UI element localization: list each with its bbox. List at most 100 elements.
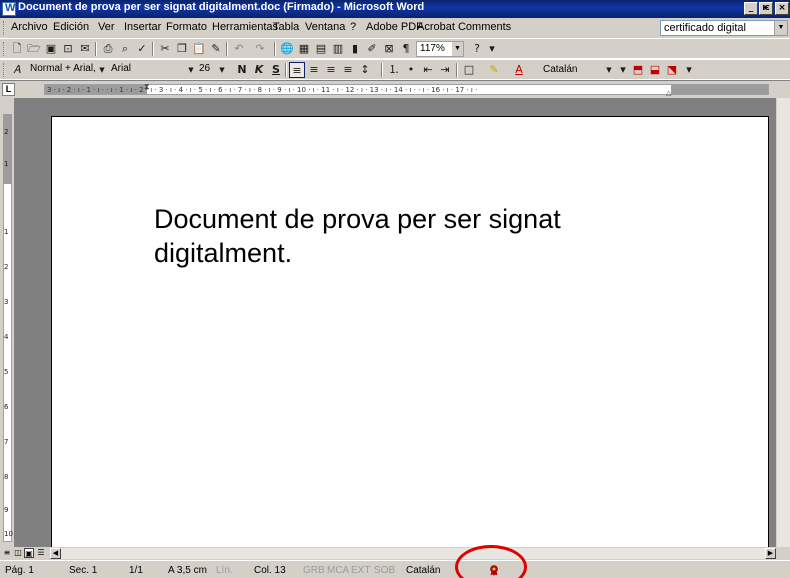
- save-icon[interactable]: ▣: [43, 41, 59, 57]
- scroll-right-icon[interactable]: ▶: [765, 548, 776, 559]
- chevron-down-icon[interactable]: ▼: [214, 62, 230, 78]
- outline-view-icon[interactable]: ☰: [36, 548, 46, 558]
- numbering-icon[interactable]: ⒈: [386, 62, 402, 78]
- web-view-icon[interactable]: ◫: [13, 548, 23, 558]
- horizontal-scrollbar[interactable]: ◀ ▶: [50, 548, 776, 559]
- menu-formato[interactable]: Formato: [166, 21, 207, 33]
- status-pages: 1/1: [129, 565, 143, 576]
- align-right-icon[interactable]: ≡: [323, 62, 339, 78]
- menubar-grip[interactable]: [3, 21, 6, 35]
- format-painter-icon[interactable]: ✎: [208, 41, 224, 57]
- language-label[interactable]: Catalán: [543, 64, 577, 75]
- toolbar-grip[interactable]: [3, 63, 6, 77]
- bullets-icon[interactable]: •: [403, 62, 419, 78]
- document-line-1[interactable]: Document de prova per ser signat: [154, 202, 734, 236]
- align-left-icon[interactable]: ≡: [289, 62, 305, 78]
- status-col: Col. 13: [254, 565, 286, 576]
- normal-view-icon[interactable]: ≡: [2, 548, 12, 558]
- separator: [226, 42, 228, 56]
- italic-button[interactable]: K: [251, 62, 267, 78]
- copy-icon[interactable]: ❐: [174, 41, 190, 57]
- print-preview-icon[interactable]: ⌕: [117, 41, 133, 57]
- tab-selector[interactable]: L: [2, 83, 15, 96]
- hyperlink-icon[interactable]: 🌐: [279, 41, 295, 57]
- menu-help[interactable]: ?: [350, 21, 356, 33]
- horizontal-ruler[interactable]: 3 · ı · 2 · ı · 1 · ı · · ı · 1 · ı · 2 …: [44, 84, 769, 95]
- menu-tabla[interactable]: Tabla: [273, 21, 299, 33]
- menu-herramientas[interactable]: Herramientas: [212, 21, 278, 33]
- separator: [381, 63, 383, 77]
- spelling-icon[interactable]: ✓: [134, 41, 150, 57]
- document-line-2[interactable]: digitalment.: [154, 236, 734, 270]
- minimize-button[interactable]: _: [744, 2, 758, 15]
- chevron-down-icon[interactable]: ▼: [774, 21, 787, 35]
- tables-borders-icon[interactable]: ▦: [296, 41, 312, 57]
- status-mca[interactable]: MCA: [327, 565, 349, 576]
- paste-icon[interactable]: 📋: [191, 41, 207, 57]
- document-body[interactable]: Document de prova per ser signat digital…: [154, 202, 734, 270]
- close-button[interactable]: ×: [775, 2, 789, 15]
- menu-ventana[interactable]: Ventana: [305, 21, 345, 33]
- document-map-icon[interactable]: ⊠: [381, 41, 397, 57]
- email-icon[interactable]: ✉: [77, 41, 93, 57]
- menu-adobe-pdf[interactable]: Adobe PDF: [366, 21, 423, 33]
- ask-question-box[interactable]: certificado digital ▼: [660, 20, 788, 36]
- menu-ver[interactable]: Ver: [98, 21, 115, 33]
- status-language[interactable]: Catalán: [406, 565, 440, 576]
- chevron-down-icon[interactable]: ▼: [452, 42, 463, 56]
- insert-excel-icon[interactable]: ▥: [330, 41, 346, 57]
- help-icon[interactable]: ?: [469, 41, 485, 57]
- increase-indent-icon[interactable]: ⇥: [437, 62, 453, 78]
- document-area[interactable]: Document de prova per ser signat digital…: [14, 98, 776, 556]
- justify-icon[interactable]: ≡: [340, 62, 356, 78]
- status-sob[interactable]: SOB: [374, 565, 395, 576]
- align-center-icon[interactable]: ≡: [306, 62, 322, 78]
- vruler-number: 7: [4, 438, 9, 446]
- columns-icon[interactable]: ▮: [347, 41, 363, 57]
- vertical-scrollbar[interactable]: [776, 98, 790, 547]
- new-document-icon[interactable]: 🗋: [9, 41, 25, 57]
- document-page[interactable]: Document de prova per ser signat digital…: [51, 116, 769, 556]
- undo-icon[interactable]: ↶: [231, 41, 247, 57]
- separator: [95, 42, 97, 56]
- toolbar-options-icon[interactable]: ▾: [681, 62, 697, 78]
- pdf-convert-icon[interactable]: ⬒: [630, 62, 646, 78]
- open-folder-icon[interactable]: 🗁: [26, 41, 42, 57]
- border-icon[interactable]: □: [461, 62, 477, 78]
- word-app-icon[interactable]: [2, 2, 16, 16]
- show-hide-icon[interactable]: ¶: [398, 41, 414, 57]
- underline-button[interactable]: S: [268, 62, 284, 78]
- line-spacing-icon[interactable]: ↕: [357, 62, 373, 78]
- styles-formatting-icon[interactable]: 𝐴: [9, 62, 25, 78]
- highlight-icon[interactable]: ✎: [486, 62, 502, 78]
- font-color-icon[interactable]: A: [511, 62, 527, 78]
- right-indent-icon[interactable]: △: [666, 89, 671, 97]
- print-icon[interactable]: ⎙: [100, 41, 116, 57]
- menu-archivo[interactable]: Archivo: [11, 21, 48, 33]
- vertical-ruler[interactable]: 2 1 1 2 3 4 5 6 7 8 9 10: [0, 98, 14, 547]
- zoom-combo[interactable]: 117% ▼: [416, 41, 464, 57]
- font-value: Arial: [111, 63, 132, 74]
- status-grb[interactable]: GRB: [303, 565, 325, 576]
- toolbar-options-icon[interactable]: ▾: [484, 41, 500, 57]
- pdf-review-icon[interactable]: ⬔: [664, 62, 680, 78]
- indent-marker-icon[interactable]: ⧗: [144, 82, 150, 92]
- cut-icon[interactable]: ✂: [157, 41, 173, 57]
- vruler-number: 2: [4, 263, 9, 271]
- toolbar-options-icon[interactable]: ▾: [615, 62, 631, 78]
- drawing-icon[interactable]: ✐: [364, 41, 380, 57]
- redo-icon[interactable]: ↷: [252, 41, 268, 57]
- print-layout-view-icon[interactable]: ▣: [24, 548, 34, 558]
- permission-icon[interactable]: ⊡: [60, 41, 76, 57]
- bold-button[interactable]: N: [234, 62, 250, 78]
- menu-edicion[interactable]: Edición: [53, 21, 89, 33]
- pdf-email-icon[interactable]: ⬓: [647, 62, 663, 78]
- menu-acrobat-comments[interactable]: Acrobat Comments: [417, 21, 511, 33]
- status-ext[interactable]: EXT: [351, 565, 370, 576]
- scroll-left-icon[interactable]: ◀: [50, 548, 61, 559]
- decrease-indent-icon[interactable]: ⇤: [420, 62, 436, 78]
- toolbar-grip[interactable]: [3, 42, 6, 56]
- insert-table-icon[interactable]: ▤: [313, 41, 329, 57]
- restore-button[interactable]: ѥ: [759, 2, 773, 15]
- menu-insertar[interactable]: Insertar: [124, 21, 161, 33]
